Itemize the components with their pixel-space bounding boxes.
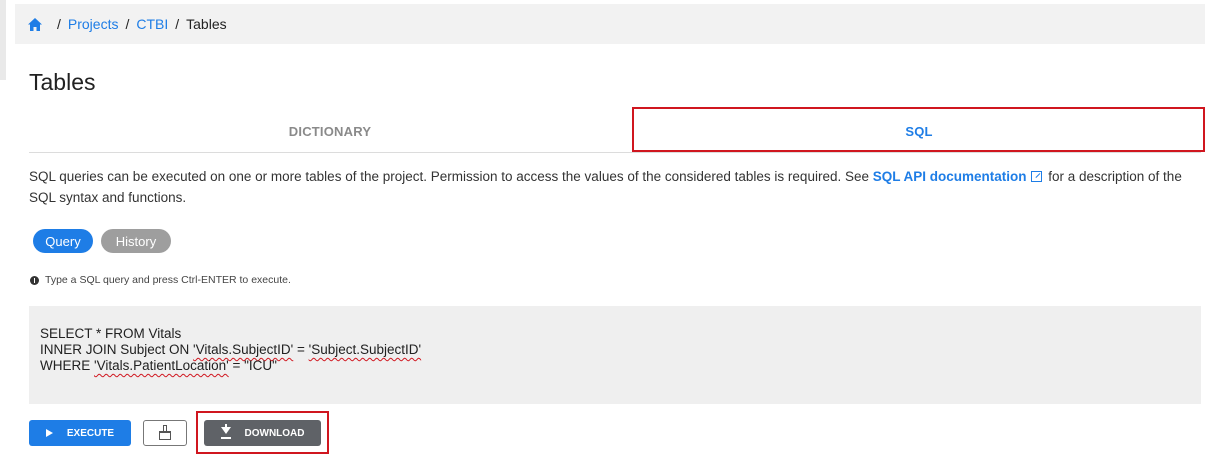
history-mode-button[interactable]: History xyxy=(101,229,171,253)
hint-text: Type a SQL query and press Ctrl-ENTER to… xyxy=(45,274,291,286)
highlight-sql-tab xyxy=(632,107,1205,152)
editor-line: INNER JOIN Subject ON 'Vitals.SubjectID'… xyxy=(40,342,1201,358)
editor-line: SELECT * FROM Vitals xyxy=(40,326,1201,342)
editor-line-text: INNER JOIN Subject ON xyxy=(40,342,194,357)
breadcrumb-separator: / xyxy=(175,16,180,32)
breadcrumb-separator: / xyxy=(125,16,130,32)
home-icon[interactable] xyxy=(28,17,42,31)
broom-icon xyxy=(158,425,172,441)
play-icon xyxy=(45,429,53,437)
sql-query-editor[interactable]: SELECT * FROM Vitals INNER JOIN Subject … xyxy=(29,306,1201,404)
editor-line: WHERE 'Vitals.PatientLocation' = "ICU" xyxy=(40,358,1201,374)
page-title: Tables xyxy=(29,69,96,95)
tab-dictionary[interactable]: DICTIONARY xyxy=(29,112,631,150)
editor-spellcheck-text: 'Vitals.SubjectID' xyxy=(193,342,294,357)
external-link-icon[interactable] xyxy=(1030,171,1042,182)
editor-line-text: SELECT * FROM Vitals xyxy=(40,326,182,341)
highlight-download-button xyxy=(196,411,329,454)
execute-button[interactable]: EXECUTE xyxy=(29,420,131,446)
editor-spellcheck-text: 'Vitals.PatientLocation' xyxy=(94,358,229,373)
editor-line-text: WHERE xyxy=(40,358,94,373)
breadcrumb-current: Tables xyxy=(186,16,227,32)
execute-label: EXECUTE xyxy=(66,427,115,439)
description-text-before: SQL queries can be executed on one or mo… xyxy=(29,169,873,184)
sql-api-doc-link[interactable]: SQL API documentation xyxy=(873,169,1027,184)
query-mode-button[interactable]: Query xyxy=(33,229,93,253)
clear-button[interactable] xyxy=(143,420,187,446)
sql-description: SQL queries can be executed on one or mo… xyxy=(29,166,1201,208)
breadcrumb-separator: / xyxy=(57,16,61,32)
breadcrumb-link-ctbi[interactable]: CTBI xyxy=(136,16,168,32)
breadcrumb: / Projects / CTBI / Tables xyxy=(15,4,1205,44)
editor-line-text: = "ICU" xyxy=(228,358,277,373)
breadcrumb-link-projects[interactable]: Projects xyxy=(68,16,119,32)
editor-spellcheck-text: 'Subject.SubjectID' xyxy=(308,342,422,357)
left-edge xyxy=(0,0,6,80)
info-icon xyxy=(30,275,39,285)
editor-line-text: = xyxy=(293,342,309,357)
hint: Type a SQL query and press Ctrl-ENTER to… xyxy=(30,274,291,286)
